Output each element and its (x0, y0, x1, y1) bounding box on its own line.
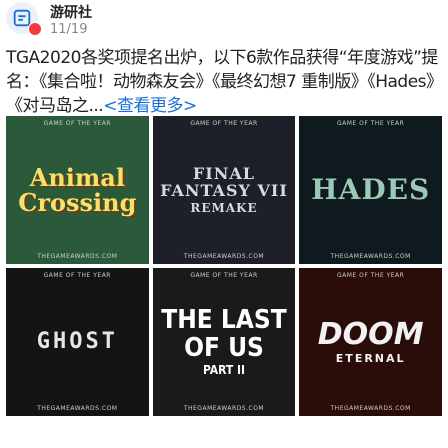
tile-bottom-label: THEGAMEAWARDS.COM (330, 405, 411, 412)
image-grid: GAME OF THE YEAR Animal Crossing THEGAME… (6, 116, 442, 416)
image-animal-crossing[interactable]: GAME OF THE YEAR Animal Crossing THEGAME… (6, 116, 149, 264)
image-hades[interactable]: GAME OF THE YEAR HADES THEGAMEAWARDS.COM (299, 116, 442, 264)
tile-title: GHOST (36, 329, 118, 355)
author-name[interactable]: 游研社 (50, 2, 92, 22)
tile-top-label: GAME OF THE YEAR (337, 120, 405, 127)
tile-bottom-label: THEGAMEAWARDS.COM (37, 405, 118, 412)
tile-title: HADES (311, 173, 431, 207)
tile-top-label: GAME OF THE YEAR (190, 120, 258, 127)
tile-title: DOOM ETERNAL (318, 319, 424, 364)
tile-subtitle: PART II (202, 363, 246, 377)
tile-bottom-label: THEGAMEAWARDS.COM (183, 405, 265, 412)
tile-bottom-label: THEGAMEAWARDS.COM (330, 253, 411, 260)
post-text: TGA2020各奖项提名出炉，以下6款作品获得“年度游戏”提名：《集合啦！动物森… (6, 48, 443, 116)
tile-subtitle: ETERNAL (335, 351, 406, 365)
tile-subtitle: REMAKE (190, 200, 258, 215)
post-date: 11/19 (50, 22, 88, 37)
tile-title: FINAL FANTASY VII REMAKE (153, 163, 296, 215)
tile-title-text: THE LAST OF US (161, 305, 287, 363)
tile-bottom-label: THEGAMEAWARDS.COM (37, 253, 118, 260)
tile-title: THE LAST OF US PART II (153, 307, 296, 376)
image-ghost[interactable]: GAME OF THE YEAR GHOST THEGAMEAWARDS.COM (6, 268, 149, 416)
tile-title-text: DOOM (317, 317, 424, 353)
tile-top-label: GAME OF THE YEAR (43, 272, 111, 279)
post-body: TGA2020各奖项提名出炉，以下6款作品获得“年度游戏”提名：《集合啦！动物森… (6, 46, 444, 118)
image-last-of-us[interactable]: GAME OF THE YEAR THE LAST OF US PART II … (152, 268, 296, 416)
tile-top-label: GAME OF THE YEAR (190, 272, 258, 279)
tile-title-text: FINAL FANTASY VII (160, 163, 288, 200)
verified-badge (28, 22, 42, 36)
image-doom[interactable]: GAME OF THE YEAR DOOM ETERNAL THEGAMEAWA… (299, 268, 442, 416)
tile-top-label: GAME OF THE YEAR (43, 120, 111, 127)
tile-title: Animal Crossing (18, 162, 137, 217)
view-more-link[interactable]: <查看更多> (103, 96, 197, 116)
image-final-fantasy[interactable]: GAME OF THE YEAR FINAL FANTASY VII REMAK… (152, 116, 296, 264)
tile-bottom-label: THEGAMEAWARDS.COM (183, 253, 265, 260)
tile-top-label: GAME OF THE YEAR (337, 272, 405, 279)
